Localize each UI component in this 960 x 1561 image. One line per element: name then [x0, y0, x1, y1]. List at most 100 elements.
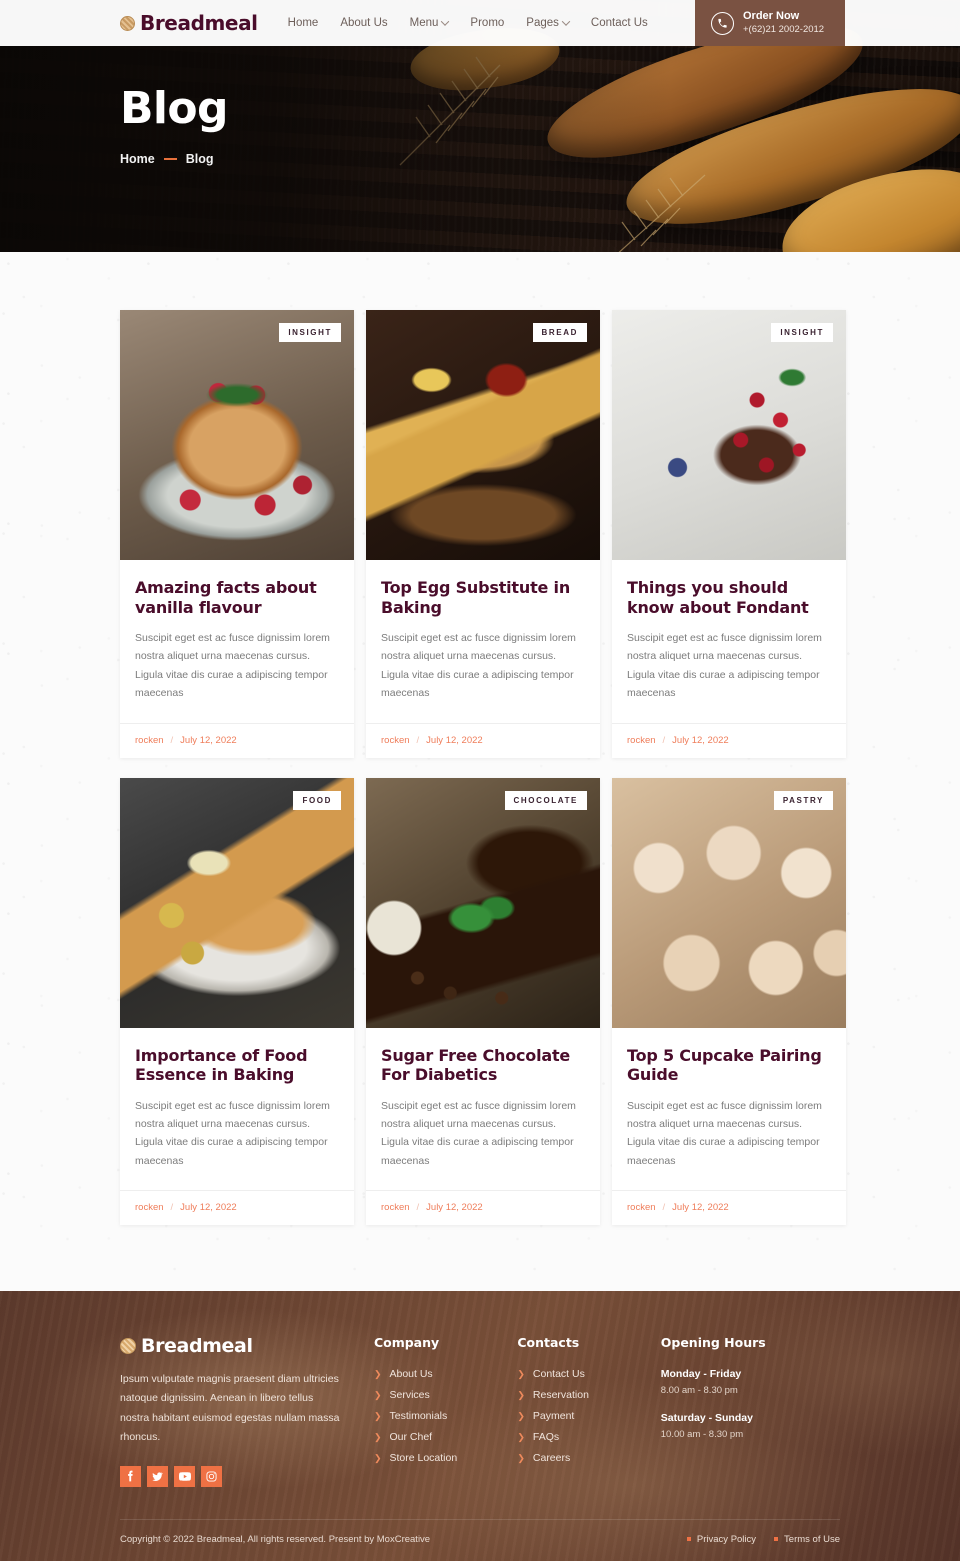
post-title[interactable]: Sugar Free Chocolate For Diabetics: [381, 1046, 585, 1085]
footer-link-payment[interactable]: ❯ Payment: [517, 1410, 660, 1422]
post-author[interactable]: rocken: [135, 1202, 164, 1213]
footer-columns: Breadmeal Ipsum vulputate magnis praesen…: [120, 1335, 840, 1487]
legal-link-label: Privacy Policy: [696, 1533, 757, 1545]
footer-link-label: Our Chef: [389, 1431, 433, 1444]
footer-logo[interactable]: Breadmeal: [120, 1335, 374, 1357]
footer-contacts-heading: Contacts: [517, 1335, 580, 1351]
nav-item-promo[interactable]: Promo: [470, 17, 504, 29]
meta-separator: /: [170, 734, 174, 746]
post-author[interactable]: rocken: [135, 735, 164, 746]
bread-logo-icon: [120, 1338, 136, 1355]
post-excerpt: Suscipit eget est ac fusce dignissim lor…: [627, 632, 822, 700]
post-excerpt: Suscipit eget est ac fusce dignissim lor…: [135, 1099, 330, 1167]
blog-grid: INSIGHT Amazing facts about vanilla flav…: [120, 310, 846, 1226]
youtube-icon[interactable]: [174, 1465, 195, 1487]
chevron-down-icon: [561, 17, 571, 26]
blog-card[interactable]: PASTRY Top 5 Cupcake Pairing Guide Susci…: [612, 777, 846, 1226]
footer-link-contact-us[interactable]: ❯ Contact Us: [517, 1368, 660, 1380]
footer-link-our-chef[interactable]: ❯ Our Chef: [374, 1431, 517, 1443]
chevron-right-icon: ❯: [373, 1389, 382, 1400]
copyright-text: Copyright © 2022 Breadmeal, All rights r…: [120, 1533, 431, 1545]
blog-card[interactable]: FOOD Importance of Food Essence in Bakin…: [120, 777, 354, 1226]
blog-card[interactable]: INSIGHT Amazing facts about vanilla flav…: [120, 310, 354, 758]
facebook-icon[interactable]: [120, 1465, 141, 1487]
post-date: July 12, 2022: [426, 734, 483, 746]
post-image: [612, 777, 846, 1028]
category-badge[interactable]: PASTRY: [773, 790, 833, 810]
twitter-icon[interactable]: [147, 1465, 168, 1487]
order-now-button[interactable]: Order Now +(62)21 2002-2012: [695, 0, 845, 46]
social-links: [120, 1465, 374, 1487]
nav-label: Pages: [526, 17, 559, 29]
post-date: July 12, 2022: [672, 1202, 729, 1214]
site-logo[interactable]: Breadmeal: [120, 11, 258, 35]
post-excerpt: Suscipit eget est ac fusce dignissim lor…: [381, 632, 576, 700]
instagram-icon[interactable]: [201, 1465, 222, 1487]
post-author[interactable]: rocken: [381, 735, 410, 746]
card-body: Importance of Food Essence in Baking Sus…: [120, 1028, 354, 1191]
main-navigation: Home About Us Menu Promo Pages Contact U…: [288, 17, 648, 29]
chevron-right-icon: ❯: [373, 1431, 382, 1442]
post-title[interactable]: Amazing facts about vanilla flavour: [135, 578, 339, 617]
category-badge[interactable]: BREAD: [532, 323, 587, 342]
card-body: Amazing facts about vanilla flavour Susc…: [120, 560, 354, 723]
post-author[interactable]: rocken: [627, 1202, 656, 1213]
post-date: July 12, 2022: [672, 734, 729, 746]
footer-link-careers[interactable]: ❯ Careers: [517, 1452, 660, 1464]
card-media: INSIGHT: [612, 310, 846, 560]
post-title[interactable]: Things you should know about Fondant: [627, 578, 831, 617]
footer-hours-heading: Opening Hours: [660, 1335, 766, 1351]
privacy-policy-link[interactable]: Privacy Policy: [686, 1533, 757, 1545]
site-footer: Breadmeal Ipsum vulputate magnis praesen…: [0, 1291, 960, 1561]
category-badge[interactable]: CHOCOLATE: [504, 790, 587, 810]
card-body: Top Egg Substitute in Baking Suscipit eg…: [366, 560, 600, 723]
legal-links: Privacy Policy Terms of Use: [686, 1533, 840, 1545]
footer-link-store-location[interactable]: ❯ Store Location: [374, 1452, 517, 1464]
post-meta: rocken / July 12, 2022: [366, 722, 600, 758]
blog-card[interactable]: CHOCOLATE Sugar Free Chocolate For Diabe…: [366, 777, 600, 1226]
blog-card[interactable]: BREAD Top Egg Substitute in Baking Susci…: [366, 310, 600, 758]
footer-hours-column: Opening Hours Monday - Friday 8.00 am - …: [661, 1335, 840, 1487]
terms-of-use-link[interactable]: Terms of Use: [774, 1534, 840, 1545]
category-badge[interactable]: INSIGHT: [771, 323, 833, 342]
footer-link-label: About Us: [389, 1368, 433, 1381]
chevron-right-icon: ❯: [517, 1452, 525, 1463]
footer-company-heading: Company: [373, 1335, 440, 1351]
hours-time: 8.00 am - 8.30 pm: [660, 1385, 738, 1397]
nav-item-home[interactable]: Home: [288, 17, 319, 29]
breadcrumb-home[interactable]: Home: [120, 152, 155, 166]
post-image: [612, 310, 846, 560]
footer-link-label: Testimonials: [389, 1410, 448, 1423]
page-root: Blog Home Blog Breadmeal Home About Us M…: [0, 0, 960, 1561]
blog-card[interactable]: INSIGHT Things you should know about Fon…: [612, 310, 846, 758]
post-title[interactable]: Top Egg Substitute in Baking: [381, 578, 585, 617]
category-badge[interactable]: FOOD: [293, 790, 341, 810]
footer-link-services[interactable]: ❯ Services: [374, 1389, 517, 1401]
site-header: Breadmeal Home About Us Menu Promo Pages…: [0, 0, 960, 46]
post-title[interactable]: Top 5 Cupcake Pairing Guide: [627, 1046, 831, 1085]
footer-link-faqs[interactable]: ❯ FAQs: [517, 1431, 660, 1443]
chevron-right-icon: ❯: [373, 1368, 382, 1379]
post-author[interactable]: rocken: [627, 735, 656, 746]
meta-separator: /: [170, 1202, 174, 1214]
post-meta: rocken / July 12, 2022: [120, 722, 354, 758]
category-badge[interactable]: INSIGHT: [279, 323, 341, 342]
post-author[interactable]: rocken: [381, 1202, 410, 1213]
post-excerpt: Suscipit eget est ac fusce dignissim lor…: [627, 1099, 822, 1167]
post-meta: rocken / July 12, 2022: [612, 1190, 846, 1225]
footer-link-testimonials[interactable]: ❯ Testimonials: [374, 1410, 517, 1422]
nav-item-about-us[interactable]: About Us: [340, 17, 387, 29]
card-body: Top 5 Cupcake Pairing Guide Suscipit ege…: [612, 1028, 846, 1191]
footer-link-label: Payment: [532, 1410, 575, 1423]
footer-link-about-us[interactable]: ❯ About Us: [374, 1368, 517, 1380]
chevron-right-icon: ❯: [373, 1452, 382, 1463]
breadcrumb: Home Blog: [120, 152, 228, 166]
nav-item-menu[interactable]: Menu: [410, 17, 450, 29]
nav-item-contact-us[interactable]: Contact Us: [591, 17, 648, 29]
footer-link-reservation[interactable]: ❯ Reservation: [517, 1389, 660, 1401]
chevron-right-icon: ❯: [517, 1431, 525, 1442]
meta-separator: /: [662, 1202, 666, 1214]
chevron-right-icon: ❯: [517, 1410, 525, 1421]
post-title[interactable]: Importance of Food Essence in Baking: [135, 1046, 339, 1085]
nav-item-pages[interactable]: Pages: [526, 17, 571, 29]
